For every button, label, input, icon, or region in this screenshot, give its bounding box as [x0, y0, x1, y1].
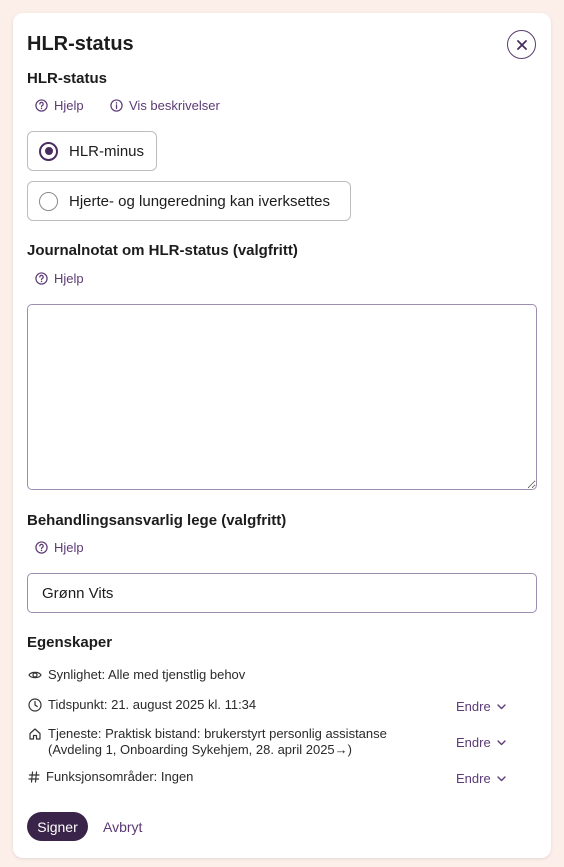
note-help-link[interactable]: Hjelp	[35, 271, 84, 286]
functions-text: Funksjonsområder: Ingen	[46, 769, 194, 784]
visibility-row: Synlighet: Alle med tjenstlig behov	[28, 667, 245, 683]
service-text-line2: (Avdeling 1, Onboarding Sykehjem, 28. ap…	[48, 742, 352, 757]
service-change-button[interactable]: Endre	[456, 735, 506, 750]
chevron-down-icon	[497, 775, 506, 781]
doctor-input[interactable]	[27, 573, 537, 613]
journal-note-heading: Journalnotat om HLR-status (valgfritt)	[27, 242, 298, 259]
help-icon	[35, 99, 48, 112]
service-change-label: Endre	[456, 735, 491, 750]
journal-note-textarea[interactable]	[27, 304, 537, 490]
radio-hlr-minus[interactable]: HLR-minus	[27, 131, 157, 171]
cancel-button[interactable]: Avbryt	[103, 812, 142, 841]
visibility-text: Synlighet: Alle med tjenstlig behov	[48, 667, 246, 682]
help-icon	[35, 272, 48, 285]
radio-cpr-allowed-label: Hjerte- og lungeredning kan iverksettes	[69, 192, 330, 210]
doctor-help-label: Hjelp	[54, 540, 84, 555]
show-descriptions-link[interactable]: Vis beskrivelser	[110, 98, 220, 113]
hlr-status-dialog: HLR-status HLR-status Hjelp Vis beskrive…	[13, 13, 551, 858]
note-help-label: Hjelp	[54, 271, 84, 286]
clock-icon	[28, 698, 42, 712]
hash-icon	[28, 771, 40, 783]
radio-cpr-allowed[interactable]: Hjerte- og lungeredning kan iverksettes	[27, 181, 351, 221]
radio-unchecked-icon	[39, 191, 58, 211]
time-change-label: Endre	[456, 699, 491, 714]
help-icon	[35, 541, 48, 554]
hlr-help-link[interactable]: Hjelp	[35, 98, 84, 113]
time-change-button[interactable]: Endre	[456, 699, 506, 714]
service-text: Tjeneste: Praktisk bistand: brukerstyrt …	[48, 726, 387, 758]
home-icon	[29, 728, 41, 740]
radio-hlr-minus-label: HLR-minus	[69, 142, 145, 160]
doctor-heading: Behandlingsansvarlig lege (valgfritt)	[27, 512, 287, 529]
dialog-title: HLR-status	[27, 33, 134, 55]
radio-checked-icon	[39, 141, 58, 161]
close-icon	[516, 39, 527, 50]
chevron-down-icon	[497, 739, 506, 745]
functions-change-label: Endre	[456, 771, 491, 786]
functions-change-button[interactable]: Endre	[456, 771, 506, 786]
properties-heading: Egenskaper	[27, 634, 113, 651]
doctor-help-link[interactable]: Hjelp	[35, 540, 84, 555]
sign-button[interactable]: Signer	[27, 812, 88, 841]
chevron-down-icon	[497, 703, 506, 709]
service-row: Tjeneste: Praktisk bistand: brukerstyrt …	[28, 726, 387, 758]
hlr-status-heading: HLR-status	[27, 70, 108, 87]
service-text-line1: Tjeneste: Praktisk bistand: brukerstyrt …	[48, 726, 387, 741]
show-descriptions-label: Vis beskrivelser	[129, 98, 220, 113]
functions-row: Funksjonsområder: Ingen	[28, 769, 193, 785]
time-text: Tidspunkt: 21. august 2025 kl. 11:34	[48, 697, 257, 712]
eye-icon	[28, 671, 42, 679]
info-icon	[110, 99, 123, 112]
hlr-help-label: Hjelp	[54, 98, 84, 113]
time-row: Tidspunkt: 21. august 2025 kl. 11:34	[28, 697, 256, 713]
close-button[interactable]	[507, 30, 536, 59]
